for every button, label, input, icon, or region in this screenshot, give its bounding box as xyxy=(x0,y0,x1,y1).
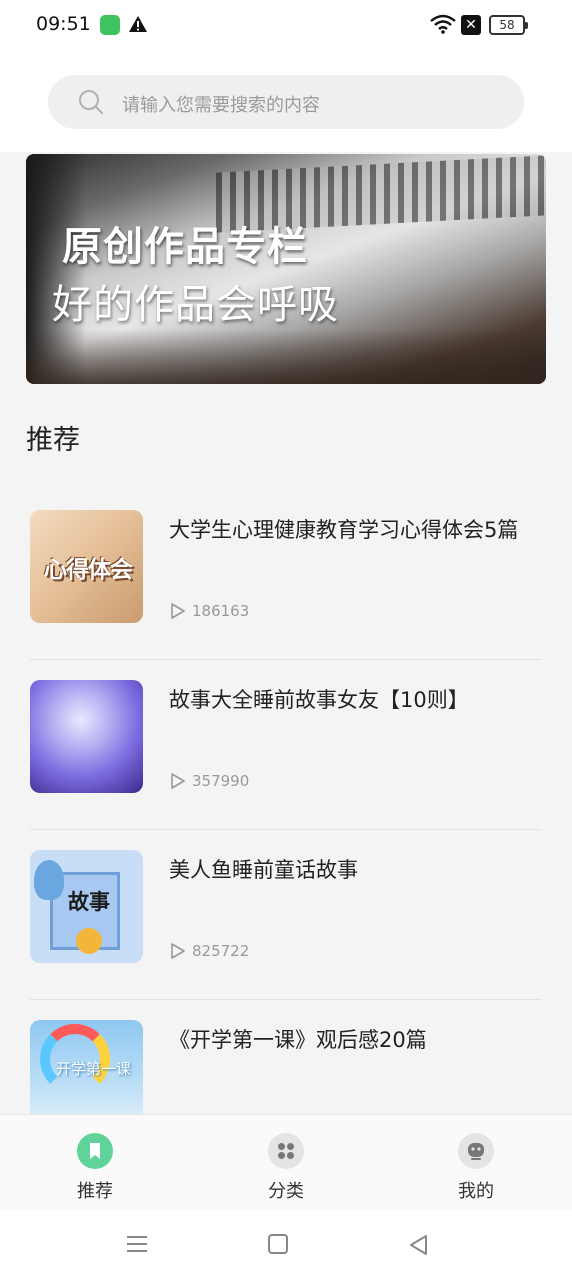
back-icon[interactable] xyxy=(408,1234,428,1256)
list-item[interactable]: 故事大全睡前故事女友【10则】 357990 xyxy=(30,660,542,830)
article-title: 故事大全睡前故事女友【10则】 xyxy=(169,688,469,712)
banner-title: 原创作品专栏 xyxy=(62,224,308,270)
list-item[interactable]: 开学第一课 《开学第一课》观后感20篇 xyxy=(30,1000,542,1114)
banner-subtitle: 好的作品会呼吸 xyxy=(52,282,339,328)
home-icon[interactable] xyxy=(268,1234,288,1254)
battery-icon: 58 xyxy=(489,15,528,35)
thumbnail-text: 心得体会 xyxy=(44,557,133,583)
search-placeholder: 请输入您需要搜索的内容 xyxy=(122,95,320,116)
status-bar: 09:51 ✕ 58 xyxy=(0,0,572,52)
article-thumbnail: 开学第一课 xyxy=(30,1020,143,1114)
elephant-icon xyxy=(34,860,64,900)
wifi-icon xyxy=(430,14,456,34)
main-content[interactable]: 原创作品专栏 好的作品会呼吸 推荐 心得体会 大学生心理健康教育学习心得体会5篇… xyxy=(0,152,572,1114)
tab-label: 推荐 xyxy=(77,1181,113,1202)
list-item[interactable]: 故事 美人鱼睡前童话故事 825722 xyxy=(30,830,542,1000)
header: 请输入您需要搜索的内容 xyxy=(0,52,572,152)
article-title: 《开学第一课》观后感20篇 xyxy=(169,1028,427,1052)
article-title: 美人鱼睡前童话故事 xyxy=(169,858,358,882)
view-count: 825722 xyxy=(192,942,250,960)
user-face-icon xyxy=(458,1133,494,1169)
banner-decoration xyxy=(26,329,546,384)
play-icon xyxy=(171,603,185,619)
chick-icon xyxy=(76,928,102,954)
status-time: 09:51 xyxy=(36,13,91,35)
thumbnail-text: 开学第一课 xyxy=(56,1060,132,1078)
banner[interactable]: 原创作品专栏 好的作品会呼吸 xyxy=(26,154,546,384)
grid-icon xyxy=(268,1133,304,1169)
article-thumbnail: 心得体会 xyxy=(30,510,143,623)
play-icon xyxy=(171,773,185,789)
search-input[interactable]: 请输入您需要搜索的内容 xyxy=(48,75,524,129)
wechat-icon xyxy=(100,15,120,35)
view-count: 186163 xyxy=(192,602,250,620)
system-nav-bar xyxy=(0,1210,572,1280)
search-icon xyxy=(79,90,103,114)
view-count: 357990 xyxy=(192,772,250,790)
alert-icon xyxy=(129,16,147,32)
article-title: 大学生心理健康教育学习心得体会5篇 xyxy=(169,518,519,542)
tab-label: 我的 xyxy=(458,1181,494,1202)
menu-icon[interactable] xyxy=(126,1234,148,1254)
article-thumbnail: 故事 xyxy=(30,850,143,963)
tab-recommend[interactable]: 推荐 xyxy=(55,1133,135,1203)
tab-category[interactable]: 分类 xyxy=(246,1133,326,1203)
tab-label: 分类 xyxy=(268,1181,304,1202)
close-box-icon: ✕ xyxy=(461,15,481,35)
play-icon xyxy=(171,943,185,959)
section-title: 推荐 xyxy=(26,425,80,456)
bottom-tab-bar: 推荐 分类 我的 xyxy=(0,1114,572,1210)
list-item[interactable]: 心得体会 大学生心理健康教育学习心得体会5篇 186163 xyxy=(30,490,542,660)
bookmark-icon xyxy=(77,1133,113,1169)
thumbnail-text: 故事 xyxy=(68,890,110,914)
article-thumbnail xyxy=(30,680,143,793)
tab-mine[interactable]: 我的 xyxy=(436,1133,516,1203)
